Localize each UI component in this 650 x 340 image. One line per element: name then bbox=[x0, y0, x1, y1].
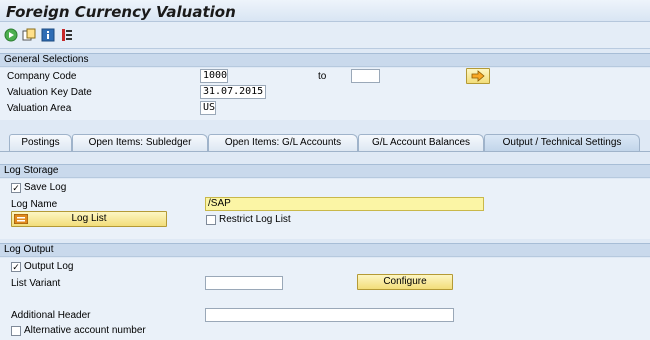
list-variant-input[interactable] bbox=[205, 276, 283, 290]
title-bar: Foreign Currency Valuation bbox=[0, 0, 650, 22]
configure-button[interactable]: Configure bbox=[357, 274, 453, 290]
tab-open-items-subledger[interactable]: Open Items: Subledger bbox=[72, 134, 208, 151]
output-log-label: Output Log bbox=[24, 261, 74, 272]
alternative-account-checkbox[interactable] bbox=[11, 326, 21, 336]
valuation-key-date-input[interactable]: 31.07.2015 bbox=[200, 85, 266, 99]
general-selections-header: General Selections bbox=[0, 53, 650, 67]
log-name-label: Log Name bbox=[11, 199, 58, 210]
info-icon[interactable] bbox=[41, 28, 55, 42]
arrow-right-icon bbox=[471, 70, 485, 82]
general-selections-body: Company Code 1000 to Valuation Key Date … bbox=[0, 68, 650, 120]
additional-header-label: Additional Header bbox=[11, 310, 91, 321]
to-label: to bbox=[318, 71, 327, 82]
tab-gl-account-balances[interactable]: G/L Account Balances bbox=[358, 134, 484, 151]
multiple-selection-button[interactable] bbox=[466, 68, 490, 84]
additional-header-input[interactable] bbox=[205, 308, 454, 322]
log-output-body: ✓ Output Log List Variant Configure Addi… bbox=[0, 258, 650, 340]
restrict-log-list-label: Restrict Log List bbox=[219, 214, 291, 225]
tab-postings[interactable]: Postings bbox=[9, 134, 72, 151]
log-list-button-label: Log List bbox=[71, 213, 107, 224]
output-log-checkbox[interactable]: ✓ bbox=[11, 262, 21, 272]
log-list-button[interactable]: Log List bbox=[11, 211, 167, 227]
save-log-label: Save Log bbox=[24, 182, 67, 193]
alternative-account-label: Alternative account number bbox=[24, 325, 146, 336]
tab-open-items-gl-accounts[interactable]: Open Items: G/L Accounts bbox=[208, 134, 358, 151]
variant-icon[interactable] bbox=[22, 28, 36, 42]
log-name-input[interactable]: /SAP bbox=[205, 197, 484, 211]
log-storage-header: Log Storage bbox=[0, 164, 650, 178]
execute-icon[interactable] bbox=[4, 28, 18, 42]
selection-icon[interactable] bbox=[60, 28, 74, 42]
window-title: Foreign Currency Valuation bbox=[6, 3, 236, 21]
tab-output-technical-settings[interactable]: Output / Technical Settings bbox=[484, 134, 640, 151]
tab-strip: Postings Open Items: Subledger Open Item… bbox=[0, 127, 650, 151]
list-variant-label: List Variant bbox=[11, 278, 61, 289]
log-output-header: Log Output bbox=[0, 243, 650, 257]
application-toolbar bbox=[0, 22, 650, 49]
tab-panel-border bbox=[0, 151, 650, 152]
valuation-key-date-label: Valuation Key Date bbox=[7, 87, 92, 98]
valuation-area-label: Valuation Area bbox=[7, 103, 72, 114]
company-code-from-input[interactable]: 1000 bbox=[200, 69, 228, 83]
valuation-area-input[interactable]: US bbox=[200, 101, 216, 115]
log-storage-body: ✓ Save Log Log Name /SAP Log List Restri… bbox=[0, 179, 650, 239]
save-log-checkbox[interactable]: ✓ bbox=[11, 183, 21, 193]
company-code-label: Company Code bbox=[7, 71, 77, 82]
log-list-icon bbox=[13, 213, 29, 229]
restrict-log-list-checkbox[interactable] bbox=[206, 215, 216, 225]
company-code-to-input[interactable] bbox=[351, 69, 380, 83]
